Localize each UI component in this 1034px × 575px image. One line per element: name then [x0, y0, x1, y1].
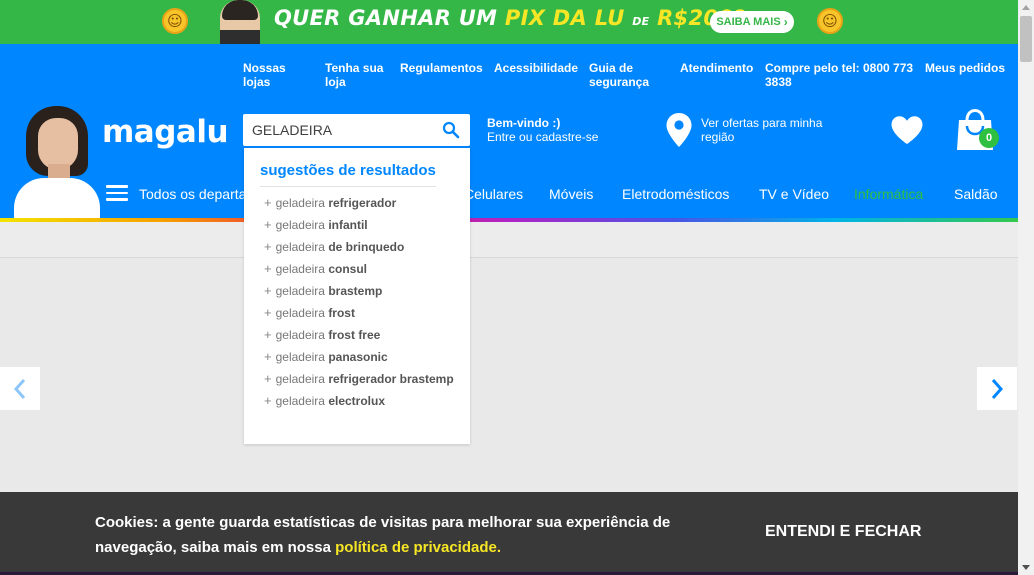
search-icon[interactable] — [442, 121, 460, 139]
account-login[interactable]: Bem-vindo :) Entre ou cadastre-se — [487, 116, 598, 144]
suggestion-item[interactable]: + geladeira consul — [264, 261, 454, 283]
page-scrollbar[interactable] — [1018, 0, 1034, 575]
scroll-up-icon[interactable] — [1022, 5, 1030, 10]
top-link-regulamentos[interactable]: Regulamentos — [400, 61, 483, 75]
cookie-banner: Cookies: a gente guarda estatísticas de … — [0, 492, 1018, 575]
promo-headline: QUER GANHAR UM PIX DA LU DE R$200?* — [274, 6, 751, 30]
top-link-nossas-lojas[interactable]: Nossas lojas — [243, 61, 303, 89]
suggestion-item[interactable]: + geladeira electrolux — [264, 393, 454, 415]
suggestion-item[interactable]: + geladeira brastemp — [264, 283, 454, 305]
top-link-atendimento[interactable]: Atendimento — [680, 61, 753, 75]
search-suggestions-dropdown: sugestões de resultados + geladeira refri… — [244, 148, 470, 444]
top-link-tenha-sua-loja[interactable]: Tenha sua loja — [325, 61, 389, 89]
nav-item-tv-e-video[interactable]: TV e Vídeo — [759, 186, 829, 202]
laughing-emoji-icon: ☺ — [162, 8, 188, 34]
nav-item-moveis[interactable]: Móveis — [549, 186, 593, 202]
top-link-meus-pedidos[interactable]: Meus pedidos — [925, 61, 1005, 75]
cookie-message: Cookies: a gente guarda estatísticas de … — [95, 514, 671, 556]
login-link[interactable]: Entre ou cadastre-se — [487, 130, 598, 144]
hero-banner[interactable] — [0, 258, 1018, 492]
nav-item-informatica[interactable]: Informática — [854, 186, 923, 202]
promo-banner[interactable]: ☺ QUER GANHAR UM PIX DA LU DE R$200?* SA… — [0, 0, 1018, 44]
nav-item-eletrodomesticos[interactable]: Eletrodomésticos — [622, 186, 729, 202]
suggestion-item[interactable]: + geladeira de brinquedo — [264, 239, 454, 261]
nav-item-celulares[interactable]: Celulares — [464, 186, 523, 202]
welcome-greeting: Bem-vindo :) — [487, 116, 561, 130]
carousel-prev-button[interactable] — [0, 367, 40, 410]
suggestions-divider — [260, 186, 436, 187]
suggestions-title: sugestões de resultados — [260, 162, 436, 179]
region-label: Ver ofertas para minha região — [701, 116, 823, 144]
magalu-logo[interactable]: magalu — [102, 114, 229, 150]
top-links: Nossas lojas Tenha sua loja Regulamentos… — [0, 61, 1018, 95]
scrollbar-thumb[interactable] — [1020, 16, 1032, 62]
privacy-policy-link[interactable]: política de privacidade. — [335, 539, 501, 556]
suggestion-item[interactable]: + geladeira panasonic — [264, 349, 454, 371]
laughing-emoji-icon: ☺ — [817, 8, 843, 34]
suggestion-item[interactable]: + geladeira frost free — [264, 327, 454, 349]
suggestion-item[interactable]: + geladeira refrigerador — [264, 195, 454, 217]
region-selector[interactable]: Ver ofertas para minha região — [665, 112, 835, 148]
cart-button[interactable]: 0 — [953, 108, 999, 152]
suggestion-item[interactable]: + geladeira frost — [264, 305, 454, 327]
sub-header-strip — [0, 222, 1018, 258]
chevron-left-icon — [13, 378, 26, 399]
carousel-next-button[interactable] — [977, 367, 1017, 410]
hamburger-menu-icon[interactable] — [106, 185, 128, 201]
scroll-down-icon[interactable] — [1022, 565, 1030, 570]
search-input[interactable] — [243, 114, 438, 146]
nav-item-saldao[interactable]: Saldão — [954, 186, 998, 202]
suggestion-item[interactable]: + geladeira refrigerador brastemp — [264, 371, 454, 393]
top-link-acessibilidade[interactable]: Acessibilidade — [494, 61, 578, 75]
location-pin-icon — [666, 113, 692, 147]
suggestion-item[interactable]: + geladeira infantil — [264, 217, 454, 239]
top-link-guia-de-seguranca[interactable]: Guia de segurança — [589, 61, 659, 89]
chevron-right-icon: › — [783, 15, 788, 29]
search-bar — [243, 114, 470, 146]
top-link-compre-pelo-tel[interactable]: Compre pelo tel: 0800 773 3838 — [765, 61, 915, 89]
suggestions-list: + geladeira refrigerador + geladeira infan… — [264, 195, 454, 415]
cart-count-badge: 0 — [979, 128, 999, 148]
chevron-right-icon — [991, 378, 1004, 399]
department-nav: Todos os departamentos Celulares Móveis … — [0, 180, 1018, 208]
cookie-accept-button[interactable]: ENTENDI E FECHAR — [765, 523, 921, 541]
heart-icon[interactable] — [890, 115, 924, 145]
promo-saiba-mais-button[interactable]: SAIBA MAIS › — [710, 11, 794, 33]
lu-mini-avatar — [220, 0, 260, 44]
